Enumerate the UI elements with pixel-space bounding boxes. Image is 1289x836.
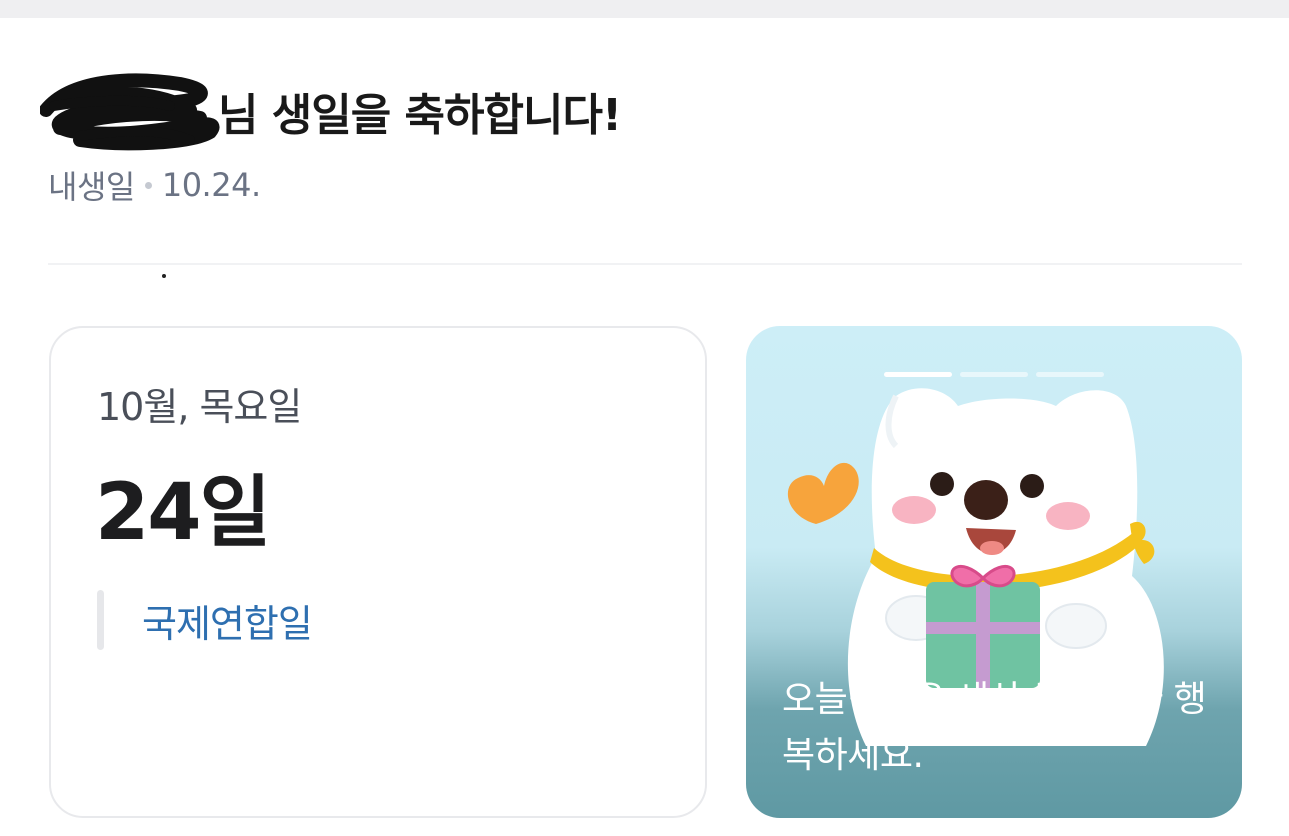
section-divider (48, 263, 1242, 265)
speck (162, 274, 166, 278)
birthday-meta: 내생일 10.24. (48, 162, 1242, 208)
day-number: 24일 (95, 468, 271, 558)
story-caption: 오늘만큼은 세상 누구보다 행복하세요. (782, 679, 1207, 776)
redacted-name-scribble (40, 73, 220, 151)
birthday-header: 님 생일을 축하합니다! 내생일 10.24. (40, 70, 1242, 208)
status-strip (0, 0, 1289, 18)
progress-segment-2 (960, 372, 1028, 377)
title-row: 님 생일을 축하합니다! (40, 70, 1242, 152)
holiday-item[interactable]: 국제연합일 (97, 590, 313, 650)
holiday-bar (97, 590, 104, 650)
date-card[interactable]: 10월, 목요일 24일 국제연합일 (49, 326, 707, 818)
story-progress (884, 372, 1104, 377)
story-card[interactable]: 오늘만큼은 세상 누구보다 행복하세요. (746, 326, 1242, 818)
progress-segment-1 (884, 372, 952, 377)
progress-segment-3 (1036, 372, 1104, 377)
holiday-label: 국제연합일 (142, 601, 313, 646)
separator-dot (144, 181, 152, 189)
month-weekday: 10월, 목요일 (97, 385, 302, 429)
meta-date: 10.24. (161, 166, 261, 204)
meta-label: 내생일 (48, 168, 135, 206)
heart-icon (787, 462, 859, 524)
